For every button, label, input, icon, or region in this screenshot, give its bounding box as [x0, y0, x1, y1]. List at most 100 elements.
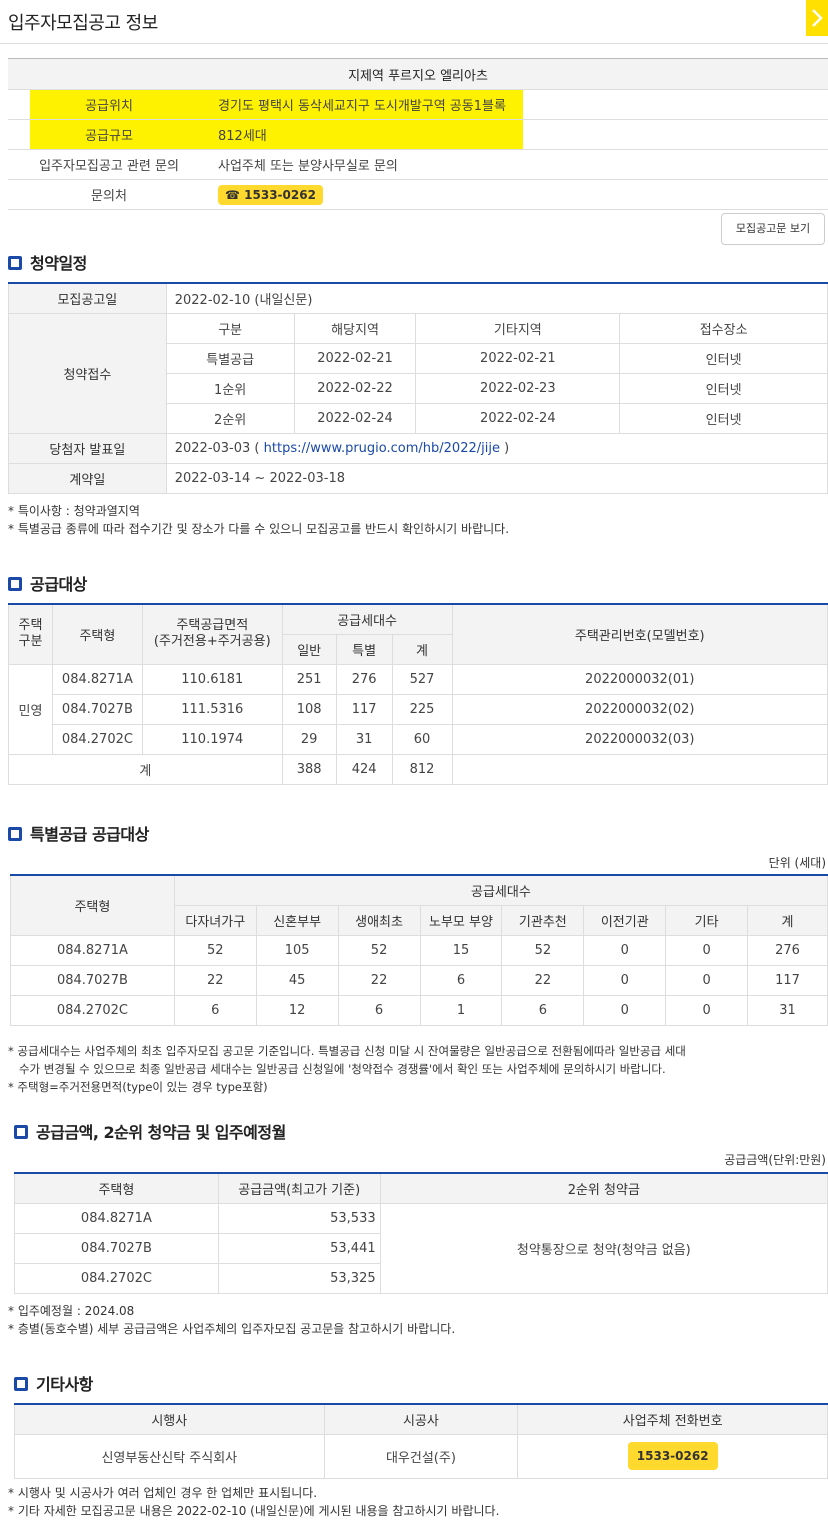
supply-gubun: 민영: [8, 663, 53, 755]
price-cell: 53,325: [217, 1262, 381, 1294]
announce-label: 모집공고일: [8, 282, 167, 314]
special-col-header: 생애최초: [337, 904, 421, 936]
special-cell: 1: [419, 994, 503, 1026]
supply-cell: 276: [335, 663, 393, 695]
contact-phone-number: 1533-0262: [244, 187, 316, 202]
supply-header-area: 주택공급면적 (주거전용+주거공용): [141, 603, 283, 665]
winner-label: 당첨자 발표일: [8, 432, 167, 464]
special-cell: 6: [501, 994, 585, 1026]
schedule-cell: 인터넷: [619, 342, 828, 374]
section-bullet-icon: [8, 256, 22, 270]
dialog-header: 입주자모집공고 정보: [0, 0, 828, 44]
price-col-header: 공급금액(최고가 기준): [217, 1172, 381, 1204]
schedule-cell: 2순위: [165, 402, 295, 434]
special-cell: 15: [419, 934, 503, 966]
schedule-cell: 2022-02-23: [415, 372, 621, 404]
price-cell: 084.2702C: [14, 1262, 219, 1294]
schedule-cell: 특별공급: [165, 342, 295, 374]
announce-value: 2022-02-10 (내일신문): [165, 282, 828, 314]
contact-label: 문의처: [8, 179, 210, 210]
schedule-col-header: 해당지역: [293, 312, 417, 344]
special-cell: 6: [337, 994, 421, 1026]
supply-header-gubun: 주택 구분: [8, 603, 53, 665]
special-col-header: 계: [747, 904, 828, 936]
special-col-header: 노부모 부양: [419, 904, 503, 936]
chevron-right-icon: [812, 9, 823, 27]
special-cell: 45: [255, 964, 339, 996]
supply-cell: 31: [335, 723, 393, 755]
contract-value: 2022-03-14 ~ 2022-03-18: [165, 462, 828, 494]
supply-total-label: 계: [8, 753, 283, 785]
schedule-col-header: 기타지역: [415, 312, 621, 344]
winner-link[interactable]: https://www.prugio.com/hb/2022/jije: [264, 441, 500, 456]
price-cell: 084.7027B: [14, 1232, 219, 1264]
schedule-section-title: 청약일정: [8, 250, 87, 274]
special-col-header: 이전기관: [583, 904, 667, 936]
schedule-cell: 2022-02-24: [415, 402, 621, 434]
special-col-header: 기타: [665, 904, 749, 936]
price-section-title: 공급금액, 2순위 청약금 및 입주예정월: [14, 1119, 286, 1143]
special-cell: 22: [337, 964, 421, 996]
section-bullet-icon: [14, 1377, 28, 1391]
supply-table: 주택 구분 주택형 주택공급면적 (주거전용+주거공용) 공급세대수 주택관리번…: [8, 603, 828, 785]
builder-name: 대우건설(주): [323, 1433, 519, 1479]
inquiry-value: 사업주체 또는 분양사무실로 문의: [210, 149, 828, 180]
price-cell: 084.8271A: [14, 1202, 219, 1234]
schedule-table: 모집공고일 2022-02-10 (내일신문) 청약접수 구분 해당지역 기타지…: [8, 282, 828, 494]
supply-cell: 29: [281, 723, 337, 755]
close-button[interactable]: [806, 0, 828, 36]
supply-scale-label: 공급규모: [8, 119, 210, 150]
section-bullet-icon: [14, 1125, 28, 1139]
schedule-col-header: 접수장소: [619, 312, 828, 344]
supply-cell: 2022000032(02): [451, 693, 828, 725]
price-notes: * 입주예정월 : 2024.08 * 층별(동호수별) 세부 공급금액은 사업…: [8, 1304, 456, 1336]
schedule-col-header: 구분: [165, 312, 295, 344]
special-cell: 12: [255, 994, 339, 1026]
supply-cell: 60: [391, 723, 453, 755]
supply-cell: 225: [391, 693, 453, 725]
special-cell: 6: [419, 964, 503, 996]
etc-col-header: 시공사: [323, 1403, 519, 1435]
special-notes: * 공급세대수는 사업주체의 최초 입주자모집 공고문 기준입니다. 특별공급 …: [8, 1044, 686, 1094]
supply-scale-value: 812세대: [210, 119, 828, 150]
schedule-cell: 인터넷: [619, 402, 828, 434]
supply-total-cell: 424: [335, 753, 393, 785]
special-cell: 0: [583, 964, 667, 996]
schedule-notes: * 특이사항 : 청약과열지역 * 특별공급 종류에 따라 접수기간 및 장소가…: [8, 504, 510, 536]
supply-cell: 110.1974: [141, 723, 283, 755]
supply-header-special: 특별: [335, 633, 393, 665]
special-cell: 22: [501, 964, 585, 996]
contract-label: 계약일: [8, 462, 167, 494]
special-col-header: 다자녀가구: [173, 904, 257, 936]
winner-value: 2022-03-03 ( https://www.prugio.com/hb/2…: [165, 432, 828, 464]
schedule-cell: 인터넷: [619, 372, 828, 404]
schedule-cell: 1순위: [165, 372, 295, 404]
supply-cell: 251: [281, 663, 337, 695]
special-cell: 22: [173, 964, 257, 996]
supply-location-value: 경기도 평택시 동삭세교지구 도시개발구역 공동1블록: [210, 89, 828, 120]
developer-name: 신영부동산신탁 주식회사: [14, 1433, 325, 1479]
view-notice-button[interactable]: 모집공고문 보기: [721, 213, 825, 245]
section-bullet-icon: [8, 827, 22, 841]
special-cell: 0: [583, 994, 667, 1026]
supply-cell: 111.5316: [141, 693, 283, 725]
special-table: 주택형 공급세대수 다자녀가구 신혼부부 생애최초 노부모 부양 기관추천 이전…: [10, 874, 828, 1026]
schedule-cell: 2022-02-21: [415, 342, 621, 374]
contact-phone-button[interactable]: ☎ 1533-0262: [218, 184, 323, 205]
special-cell: 084.2702C: [10, 994, 175, 1026]
phone-icon: ☎: [225, 187, 240, 202]
special-cell: 6: [173, 994, 257, 1026]
special-cell: 084.8271A: [10, 934, 175, 966]
special-section-title: 특별공급 공급대상: [8, 821, 149, 845]
special-cell: 0: [583, 934, 667, 966]
etc-notes: * 시행사 및 시공사가 여러 업체인 경우 한 업체만 표시됩니다. * 기타…: [8, 1486, 500, 1518]
etc-table: 시행사 시공사 사업주체 전화번호 신영부동산신탁 주식회사 대우건설(주) 1…: [14, 1403, 828, 1479]
supply-cell: 084.7027B: [51, 693, 143, 725]
etc-col-header: 사업주체 전화번호: [517, 1403, 828, 1435]
supply-cell: 110.6181: [141, 663, 283, 695]
supply-cell: 084.8271A: [51, 663, 143, 695]
special-col-header: 기관추천: [501, 904, 585, 936]
supply-header-model: 주택관리번호(모델번호): [451, 603, 828, 665]
developer-phone-button[interactable]: 1533-0262: [627, 1442, 718, 1470]
price-col-header: 주택형: [14, 1172, 219, 1204]
